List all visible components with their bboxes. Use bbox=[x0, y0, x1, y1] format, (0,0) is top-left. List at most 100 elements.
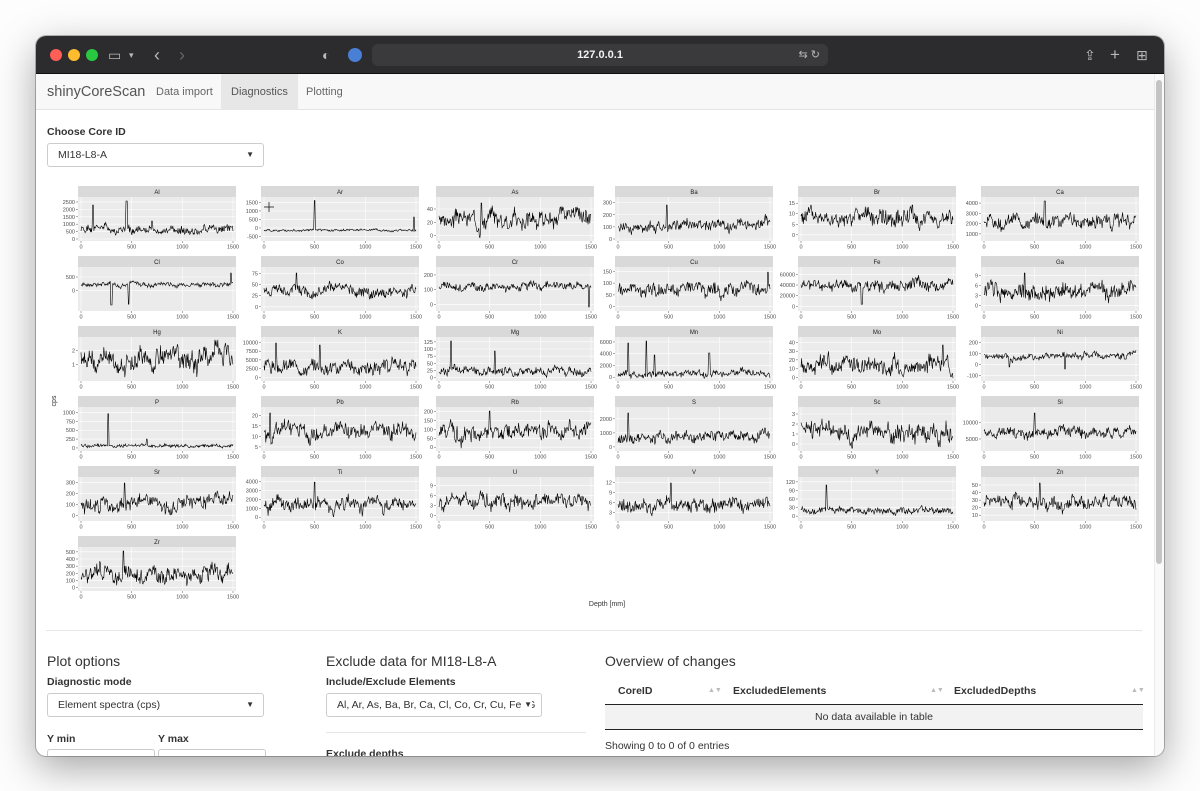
core-id-select[interactable]: MI18-L8-A ▼ bbox=[47, 143, 264, 167]
y-tick-label: 0 bbox=[72, 446, 75, 452]
address-bar[interactable]: 127.0.0.1 ⇆ ↻ bbox=[372, 44, 828, 66]
x-tick-label: 1000 bbox=[713, 455, 725, 461]
facet-strip-label: Cl bbox=[154, 260, 160, 266]
facet-strip-label: Ar bbox=[337, 190, 343, 196]
x-tick-label: 1000 bbox=[713, 385, 725, 391]
x-tick-label: 1500 bbox=[227, 245, 239, 251]
column-header-excludedelements[interactable]: ExcludedElements bbox=[733, 679, 826, 703]
x-tick-label: 500 bbox=[127, 315, 136, 321]
x-tick-label: 1000 bbox=[1079, 315, 1091, 321]
y-tick-label: 4000 bbox=[600, 352, 612, 358]
chevron-down-icon[interactable]: ▾ bbox=[129, 36, 134, 74]
y-tick-label: 0 bbox=[72, 237, 75, 243]
exclude-depths-label: Exclude depths bbox=[326, 748, 404, 756]
x-tick-label: 0 bbox=[799, 455, 802, 461]
chevron-right-icon[interactable]: › bbox=[179, 36, 185, 74]
sort-icon[interactable]: ▲▼ bbox=[1131, 679, 1145, 703]
x-tick-label: 0 bbox=[616, 385, 619, 391]
page-scrollbar-thumb[interactable] bbox=[1156, 80, 1162, 564]
x-tick-label: 0 bbox=[262, 455, 265, 461]
elements-multiselect[interactable]: Al, Ar, As, Ba, Br, Ca, Cl, Co, Cr, Cu, … bbox=[326, 693, 542, 717]
y-tick-label: 5000 bbox=[966, 437, 978, 443]
x-tick-label: 1500 bbox=[764, 315, 776, 321]
y-tick-label: 9 bbox=[975, 274, 978, 280]
x-tick-label: 500 bbox=[127, 595, 136, 601]
app-brand[interactable]: shinyCoreScan bbox=[47, 74, 145, 110]
y-tick-label: 1000 bbox=[63, 222, 75, 228]
y-tick-label: 2 bbox=[792, 422, 795, 428]
y-tick-label: 100 bbox=[969, 351, 978, 357]
tab-diagnostics[interactable]: Diagnostics bbox=[221, 74, 298, 110]
sort-icon[interactable]: ▲▼ bbox=[708, 679, 722, 703]
y-tick-label: 50 bbox=[252, 283, 258, 289]
y-tick-label: 150 bbox=[424, 419, 433, 425]
reload-icon[interactable]: ⇆ ↻ bbox=[799, 44, 821, 66]
facet-strip-label: Ba bbox=[690, 190, 698, 196]
x-tick-label: 500 bbox=[127, 245, 136, 251]
sort-icon[interactable]: ▲▼ bbox=[930, 679, 944, 703]
y-tick-label: 0 bbox=[792, 514, 795, 520]
facet-strip-label: Mg bbox=[511, 330, 519, 336]
facet-panel-sr: Sr 0 500 1000 1500 0 100 200 300 bbox=[66, 466, 239, 531]
plot-options-heading: Plot options bbox=[47, 653, 121, 669]
x-tick-label: 0 bbox=[982, 245, 985, 251]
x-tick-label: 1000 bbox=[896, 245, 908, 251]
sidebar-icon[interactable]: ▭ bbox=[108, 36, 121, 74]
ymax-input[interactable] bbox=[158, 749, 266, 756]
x-tick-label: 1500 bbox=[227, 455, 239, 461]
y-tick-label: 0 bbox=[72, 514, 75, 520]
grid-icon[interactable]: ⊞ bbox=[1136, 36, 1148, 74]
facet-strip-label: Co bbox=[336, 260, 344, 266]
facet-strip-label: Y bbox=[875, 470, 879, 476]
y-tick-label: 100 bbox=[603, 281, 612, 287]
facet-panel-ni: Ni 0 500 1000 1500 -100 0 100 200 bbox=[967, 326, 1142, 391]
facet-panel-as: As 0 500 1000 1500 0 20 40 bbox=[427, 186, 597, 251]
y-tick-label: 300 bbox=[66, 480, 75, 486]
facet-panel-rb: Rb 0 500 1000 1500 0 50 100 150 200 bbox=[424, 396, 597, 461]
y-tick-label: 1 bbox=[792, 432, 795, 438]
shield-icon[interactable]: ◐ bbox=[322, 36, 330, 74]
section-divider bbox=[46, 630, 1142, 631]
plus-icon[interactable]: + bbox=[1110, 36, 1120, 74]
facet-panel-ga: Ga 0 500 1000 1500 0 3 6 9 bbox=[975, 256, 1142, 321]
tab-data-import[interactable]: Data import bbox=[146, 74, 223, 110]
y-tick-label: 100 bbox=[424, 288, 433, 294]
y-tick-label: 500 bbox=[66, 550, 75, 556]
facet-strip-label: U bbox=[513, 470, 517, 476]
tab-plotting[interactable]: Plotting bbox=[296, 74, 353, 110]
chevron-left-icon[interactable]: ‹ bbox=[154, 36, 160, 74]
y-tick-label: 3000 bbox=[966, 211, 978, 217]
y-tick-label: 40000 bbox=[780, 283, 795, 289]
zoom-window-button[interactable] bbox=[86, 49, 98, 61]
diagnostic-mode-select[interactable]: Element spectra (cps) ▼ bbox=[47, 693, 264, 717]
y-tick-label: 300 bbox=[66, 564, 75, 570]
x-tick-label: 1500 bbox=[410, 525, 422, 531]
facet-panel-mn: Mn 0 500 1000 1500 0 2000 4000 6000 bbox=[600, 326, 776, 391]
x-tick-label: 0 bbox=[982, 385, 985, 391]
minimize-window-button[interactable] bbox=[68, 49, 80, 61]
close-window-button[interactable] bbox=[50, 49, 62, 61]
y-tick-label: 200 bbox=[424, 410, 433, 416]
facet-panel-cr: Cr 0 500 1000 1500 0 100 200 bbox=[424, 256, 597, 321]
x-tick-label: 0 bbox=[79, 525, 82, 531]
share-icon[interactable]: ⇪ bbox=[1084, 36, 1096, 74]
x-tick-label: 1000 bbox=[896, 525, 908, 531]
ymin-input[interactable] bbox=[47, 749, 155, 756]
y-tick-label: 90 bbox=[789, 488, 795, 494]
x-tick-label: 0 bbox=[79, 315, 82, 321]
y-tick-label: 100 bbox=[66, 503, 75, 509]
diagnostic-mode-value: Element spectra (cps) bbox=[58, 699, 161, 711]
elements-multiselect-value: Al, Ar, As, Ba, Br, Ca, Cl, Co, Cr, Cu, … bbox=[337, 699, 536, 711]
y-tick-label: 500 bbox=[66, 275, 75, 281]
facet-strip-label: Pb bbox=[336, 400, 344, 406]
y-tick-label: 6 bbox=[609, 500, 612, 506]
y-tick-label: 9 bbox=[430, 484, 433, 490]
browser-window: ▭ ▾ ‹ › ◐ 127.0.0.1 ⇆ ↻ ⇪ + ⊞ shinyCoreS… bbox=[36, 36, 1164, 756]
column-header-excludeddepths[interactable]: ExcludedDepths bbox=[954, 679, 1036, 703]
column-header-coreid[interactable]: CoreID bbox=[618, 679, 652, 703]
y-tick-label: 0 bbox=[609, 375, 612, 381]
facet-panel-ar: Ar 0 500 1000 1500 -500 0 500 1000 1500 bbox=[246, 186, 422, 251]
x-tick-label: 0 bbox=[616, 315, 619, 321]
table-empty-row: No data available in table bbox=[605, 704, 1143, 730]
x-tick-label: 1000 bbox=[534, 245, 546, 251]
